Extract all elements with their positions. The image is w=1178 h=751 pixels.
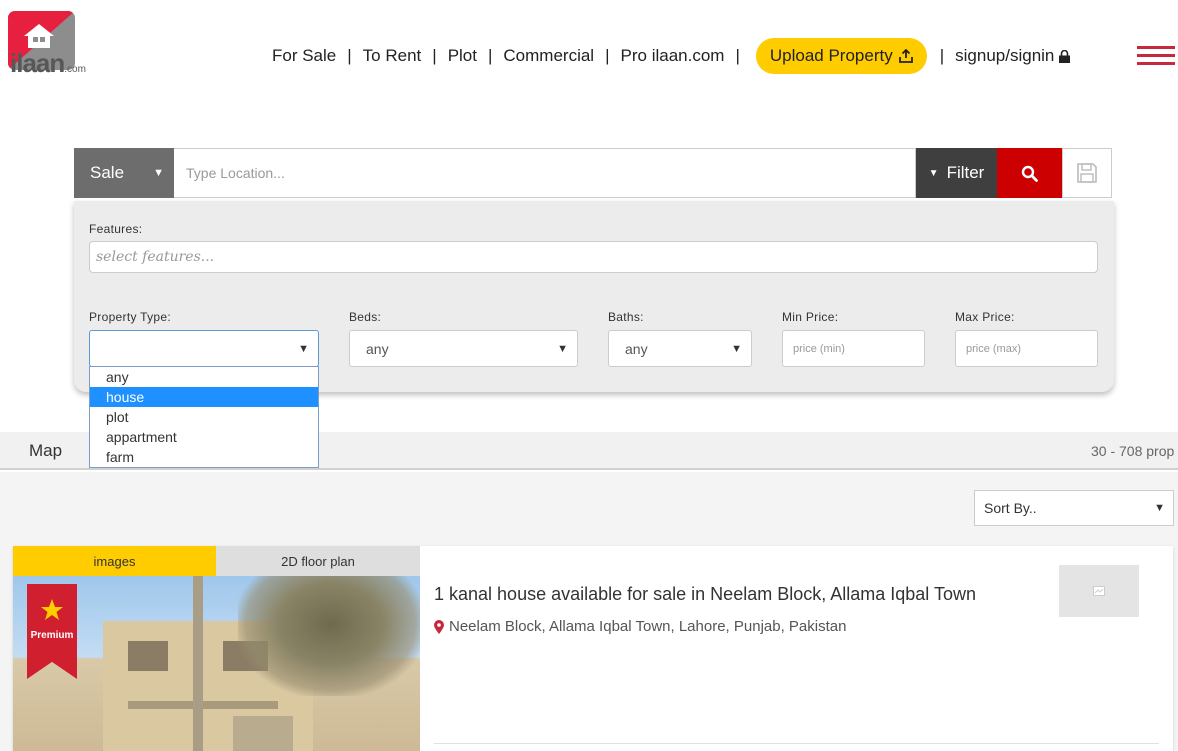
media-tabs: images 2D floor plan xyxy=(13,546,420,576)
search-icon xyxy=(1021,165,1038,182)
nav-separator: | xyxy=(487,46,493,65)
main-nav: For Sale | To Rent | Plot | Commercial |… xyxy=(272,38,1071,74)
upload-property-button[interactable]: Upload Property xyxy=(755,38,927,74)
upload-property-label: Upload Property xyxy=(769,46,893,65)
option-plot[interactable]: plot xyxy=(90,407,318,427)
option-appartment[interactable]: appartment xyxy=(90,427,318,447)
listing-card[interactable]: images 2D floor plan Premium 1 kanal hou… xyxy=(13,546,1173,751)
option-any[interactable]: any xyxy=(90,367,318,387)
nav-plot[interactable]: Plot xyxy=(448,46,477,66)
listing-location: Neelam Block, Allama Iqbal Town, Lahore,… xyxy=(434,618,846,635)
photo-tree xyxy=(238,576,420,696)
caret-down-icon: ▼ xyxy=(557,342,568,355)
save-search-button[interactable] xyxy=(1062,148,1112,198)
filter-label: Filter xyxy=(946,163,985,182)
agency-logo[interactable] xyxy=(1059,565,1139,617)
caret-down-icon: ▼ xyxy=(928,167,939,179)
premium-badge: Premium xyxy=(27,584,77,679)
nav-pro[interactable]: Pro ilaan.com xyxy=(621,46,725,66)
max-price-input[interactable] xyxy=(955,330,1098,367)
house-icon xyxy=(24,24,54,48)
map-tab[interactable]: Map xyxy=(29,441,62,461)
beds-label: Beds: xyxy=(349,310,382,324)
upload-icon xyxy=(898,49,913,63)
beds-value: any xyxy=(366,340,389,357)
option-farm[interactable]: farm xyxy=(90,447,318,467)
broken-image-icon xyxy=(1093,586,1105,596)
nav-separator: | xyxy=(347,46,352,65)
baths-value: any xyxy=(625,340,648,357)
baths-label: Baths: xyxy=(608,310,644,324)
save-icon xyxy=(1077,163,1097,183)
nav-commercial[interactable]: Commercial xyxy=(503,46,594,66)
nav-separator: | xyxy=(939,46,945,65)
caret-down-icon: ▼ xyxy=(731,342,742,355)
min-price-input[interactable] xyxy=(782,330,925,367)
caret-down-icon: ▼ xyxy=(1154,502,1165,514)
hamburger-menu-icon[interactable] xyxy=(1137,46,1175,66)
listing-title[interactable]: 1 kanal house available for sale in Neel… xyxy=(434,584,976,605)
site-logo[interactable]: ilaan.com xyxy=(8,11,104,78)
property-type-label: Property Type: xyxy=(89,310,172,324)
premium-label: Premium xyxy=(30,630,74,641)
logo-wordmark: ilaan.com xyxy=(10,48,86,78)
caret-down-icon: ▼ xyxy=(153,167,164,179)
filter-button[interactable]: ▼ Filter xyxy=(916,148,997,198)
features-input[interactable] xyxy=(89,241,1098,273)
nav-separator: | xyxy=(735,46,740,65)
purpose-select[interactable]: Sale ▼ xyxy=(74,148,174,198)
listing-photo[interactable]: Premium xyxy=(13,576,420,751)
tab-images[interactable]: images xyxy=(13,546,216,576)
nav-separator: | xyxy=(605,46,610,65)
min-price-label: Min Price: xyxy=(782,310,839,324)
tab-floor-plan[interactable]: 2D floor plan xyxy=(216,546,420,576)
nav-to-rent[interactable]: To Rent xyxy=(363,46,422,66)
purpose-value: Sale xyxy=(90,163,125,182)
property-type-select[interactable]: ▼ xyxy=(89,330,319,367)
nav-for-sale[interactable]: For Sale xyxy=(272,46,336,66)
filter-panel: Features: Property Type: ▼ Beds: any ▼ B… xyxy=(74,201,1114,392)
card-divider xyxy=(434,743,1159,744)
star-icon xyxy=(41,599,63,620)
caret-down-icon: ▼ xyxy=(298,342,309,355)
map-pin-icon xyxy=(434,619,444,634)
search-bar: Sale ▼ ▼ Filter xyxy=(74,148,1112,198)
sort-select[interactable]: Sort By.. ▼ xyxy=(974,490,1174,526)
nav-separator: | xyxy=(432,46,437,65)
lock-icon xyxy=(1059,49,1071,63)
photo-pole xyxy=(193,576,203,751)
location-input[interactable] xyxy=(174,148,916,198)
beds-select[interactable]: any ▼ xyxy=(349,330,578,367)
page: ilaan.com For Sale | To Rent | Plot | Co… xyxy=(0,0,1178,751)
results-count: 30 - 708 prop xyxy=(1091,443,1175,459)
max-price-label: Max Price: xyxy=(955,310,1015,324)
property-type-options: any house plot appartment farm xyxy=(89,366,319,468)
sort-value: Sort By.. xyxy=(984,500,1037,516)
listing-location-text: Neelam Block, Allama Iqbal Town, Lahore,… xyxy=(449,618,847,635)
features-label: Features: xyxy=(89,222,143,236)
signin-link[interactable]: signup/signin xyxy=(955,46,1054,66)
option-house[interactable]: house xyxy=(90,387,318,407)
baths-select[interactable]: any ▼ xyxy=(608,330,752,367)
search-button[interactable] xyxy=(997,148,1062,198)
